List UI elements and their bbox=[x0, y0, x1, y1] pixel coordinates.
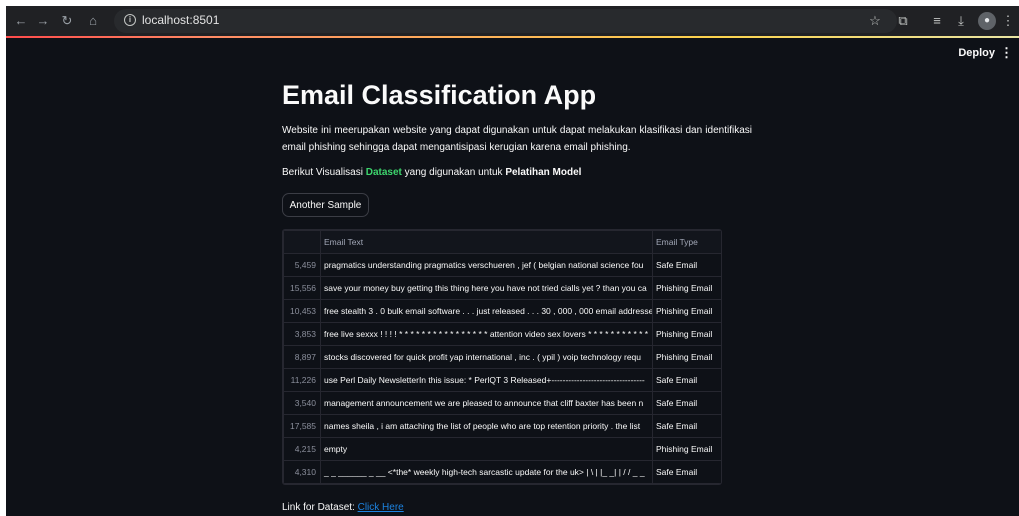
visualization-caption: Berikut Visualisasi Dataset yang digunak… bbox=[282, 167, 581, 178]
email-type-cell[interactable]: Safe Email bbox=[652, 368, 721, 392]
table-row: 5,459 pragmatics understanding pragmatic… bbox=[283, 253, 721, 277]
table-row: 17,585 names sheila , i am attaching the… bbox=[283, 414, 721, 438]
email-text-cell[interactable]: free stealth 3 . 0 bulk email software .… bbox=[320, 299, 653, 323]
table-row: 10,453 free stealth 3 . 0 bulk email sof… bbox=[283, 299, 721, 323]
browser-toolbar: ← → ↻ ⌂ i localhost:8501 ☆ ⧉ ≡ ⤓ ● ⋮ bbox=[6, 6, 1019, 36]
back-arrow-icon[interactable]: ← bbox=[12, 12, 30, 30]
email-text-cell[interactable]: stocks discovered for quick profit yap i… bbox=[320, 345, 653, 369]
row-index[interactable]: 3,540 bbox=[283, 391, 321, 415]
email-text-cell[interactable]: use Perl Daily NewsletterIn this issue: … bbox=[320, 368, 653, 392]
email-type-cell[interactable]: Phishing Email bbox=[652, 322, 721, 346]
table-row: 3,540 management announcement we are ple… bbox=[283, 391, 721, 415]
table-row: 3,853 free live sexxx ! ! ! ! * * * * * … bbox=[283, 322, 721, 346]
row-index[interactable]: 3,853 bbox=[283, 322, 321, 346]
chrome-menu-icon[interactable]: ⋮ bbox=[999, 12, 1017, 30]
extensions-icon[interactable]: ⧉ bbox=[894, 12, 912, 30]
site-info-icon[interactable]: i bbox=[124, 14, 136, 26]
dataset-link[interactable]: Click Here bbox=[358, 502, 404, 513]
email-type-cell[interactable]: Phishing Email bbox=[652, 299, 721, 323]
viz-prefix: Berikut Visualisasi bbox=[282, 167, 366, 178]
reading-list-icon[interactable]: ≡ bbox=[928, 12, 946, 30]
another-sample-button[interactable]: Another Sample bbox=[282, 193, 369, 217]
table-header-row: Email Text Email Type bbox=[283, 230, 721, 254]
row-index[interactable]: 8,897 bbox=[283, 345, 321, 369]
email-type-cell[interactable]: Safe Email bbox=[652, 460, 721, 484]
email-text-cell[interactable]: management announcement we are pleased t… bbox=[320, 391, 653, 415]
row-index[interactable]: 5,459 bbox=[283, 253, 321, 277]
app-page: Deploy ⋮ Email Classification App Websit… bbox=[6, 38, 1019, 516]
row-index[interactable]: 17,585 bbox=[283, 414, 321, 438]
column-header-email-text[interactable]: Email Text bbox=[320, 230, 653, 254]
dataset-table[interactable]: Email Text Email Type 5,459 pragmatics u… bbox=[282, 229, 722, 485]
reload-icon[interactable]: ↻ bbox=[58, 12, 76, 30]
email-text-cell[interactable]: empty bbox=[320, 437, 653, 461]
bookmark-star-icon[interactable]: ☆ bbox=[866, 12, 884, 30]
page-title: Email Classification App bbox=[282, 80, 597, 110]
table-row: 4,310 _ _ ______ _ __ <*the* weekly high… bbox=[283, 460, 721, 484]
viz-middle: yang digunakan untuk bbox=[401, 167, 506, 178]
column-header-index[interactable] bbox=[283, 230, 321, 254]
forward-arrow-icon[interactable]: → bbox=[34, 12, 52, 30]
deploy-button[interactable]: Deploy bbox=[958, 47, 995, 59]
profile-icon[interactable]: ● bbox=[978, 12, 996, 30]
main-menu-icon[interactable]: ⋮ bbox=[1000, 45, 1013, 61]
download-icon[interactable]: ⤓ bbox=[952, 12, 970, 30]
email-text-cell[interactable]: pragmatics understanding pragmatics vers… bbox=[320, 253, 653, 277]
viz-dataset-highlight: Dataset bbox=[365, 167, 402, 178]
table-row: 15,556 save your money buy getting this … bbox=[283, 276, 721, 300]
home-icon[interactable]: ⌂ bbox=[84, 12, 102, 30]
row-index[interactable]: 15,556 bbox=[283, 276, 321, 300]
app-description: Website ini meerupakan website yang dapa… bbox=[282, 125, 752, 153]
email-text-cell[interactable]: _ _ ______ _ __ <*the* weekly high-tech … bbox=[320, 460, 653, 484]
email-type-cell[interactable]: Phishing Email bbox=[652, 345, 721, 369]
address-bar[interactable]: i localhost:8501 bbox=[114, 9, 897, 33]
email-type-cell[interactable]: Safe Email bbox=[652, 391, 721, 415]
email-type-cell[interactable]: Phishing Email bbox=[652, 437, 721, 461]
email-type-cell[interactable]: Safe Email bbox=[652, 253, 721, 277]
email-type-cell[interactable]: Phishing Email bbox=[652, 276, 721, 300]
email-text-cell[interactable]: free live sexxx ! ! ! ! * * * * * * * * … bbox=[320, 322, 653, 346]
table-row: 4,215 empty Phishing Email bbox=[283, 437, 721, 461]
url-text[interactable]: localhost:8501 bbox=[142, 13, 219, 27]
email-text-cell[interactable]: save your money buy getting this thing h… bbox=[320, 276, 653, 300]
table-row: 8,897 stocks discovered for quick profit… bbox=[283, 345, 721, 369]
column-header-email-type[interactable]: Email Type bbox=[652, 230, 721, 254]
table-row: 11,226 use Perl Daily NewsletterIn this … bbox=[283, 368, 721, 392]
email-type-cell[interactable]: Safe Email bbox=[652, 414, 721, 438]
row-index[interactable]: 10,453 bbox=[283, 299, 321, 323]
dataset-link-line: Link for Dataset: Click Here bbox=[282, 502, 404, 513]
link-prefix: Link for Dataset: bbox=[282, 502, 358, 513]
viz-bold-text: Pelatihan Model bbox=[505, 167, 582, 178]
email-text-cell[interactable]: names sheila , i am attaching the list o… bbox=[320, 414, 653, 438]
row-index[interactable]: 4,215 bbox=[283, 437, 321, 461]
row-index[interactable]: 4,310 bbox=[283, 460, 321, 484]
row-index[interactable]: 11,226 bbox=[283, 368, 321, 392]
